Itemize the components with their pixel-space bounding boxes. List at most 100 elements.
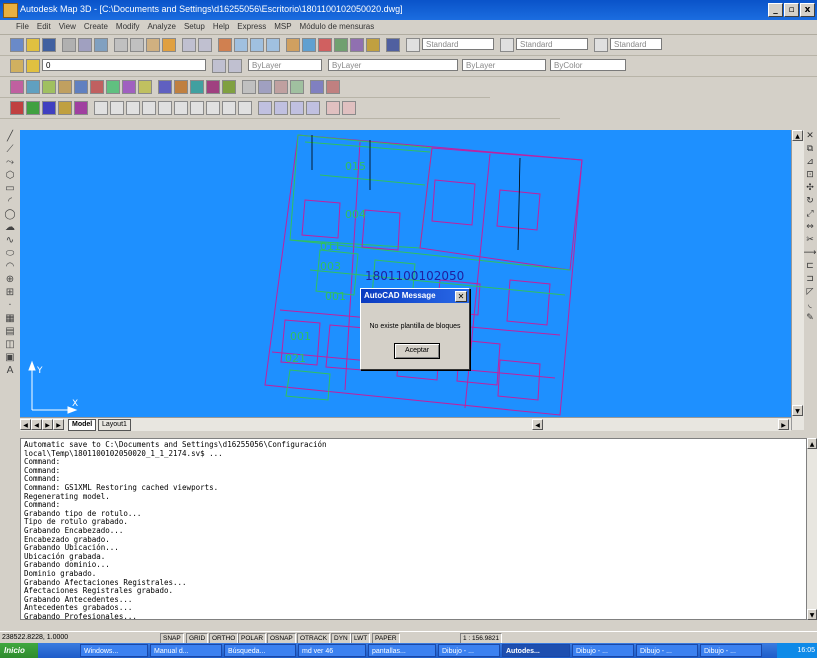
help-icon[interactable] — [386, 38, 400, 52]
modify-break-icon[interactable] — [190, 101, 204, 115]
layer-manager-icon[interactable] — [10, 59, 24, 73]
cut-icon[interactable] — [114, 38, 128, 52]
modify-erase-icon[interactable] — [10, 101, 24, 115]
circle-icon[interactable]: ◯ — [0, 208, 20, 221]
right-tool-14-icon[interactable]: ◟ — [803, 299, 817, 312]
tab-next-icon[interactable]: ▶ — [42, 419, 53, 430]
right-tool-10-icon[interactable]: ⟶ — [803, 247, 817, 260]
modify-mirror-icon[interactable] — [42, 101, 56, 115]
cmd-scroll-up-icon[interactable]: ▲ — [807, 438, 817, 449]
task-busqueda[interactable]: Búsqueda... — [224, 644, 296, 657]
right-tool-5-icon[interactable]: ✣ — [803, 182, 817, 195]
undo-icon[interactable] — [182, 38, 196, 52]
table-style-combo[interactable]: Standard — [610, 38, 662, 50]
vertical-scrollbar[interactable]: ▲ ▼ — [791, 130, 804, 430]
maximize-button[interactable]: ▫ — [784, 3, 799, 17]
markup-icon[interactable] — [350, 38, 364, 52]
zoom-window-icon[interactable] — [250, 38, 264, 52]
map-tool-9-icon[interactable] — [138, 80, 152, 94]
hatch-icon[interactable]: ▦ — [0, 312, 20, 325]
map-tool-20-icon[interactable] — [326, 80, 340, 94]
layer-combo[interactable]: 0 — [42, 59, 206, 71]
layer-previous-icon[interactable] — [228, 59, 242, 73]
dim-style-icon[interactable] — [500, 38, 514, 52]
map-tool-5-icon[interactable] — [74, 80, 88, 94]
modify-offset-icon[interactable] — [58, 101, 72, 115]
accept-button[interactable]: Aceptar — [394, 343, 440, 359]
task-dibujo-1[interactable]: Dibujo - ... — [438, 644, 500, 657]
inquiry-1-icon[interactable] — [258, 101, 272, 115]
task-windows[interactable]: Windows... — [80, 644, 148, 657]
design-center-icon[interactable] — [302, 38, 316, 52]
dim-style-combo[interactable]: Standard — [516, 38, 588, 50]
ellipse-arc-icon[interactable]: ◠ — [0, 260, 20, 273]
modify-trim-icon[interactable] — [158, 101, 172, 115]
cmd-scroll-down-icon[interactable]: ▼ — [807, 609, 817, 620]
modify-move-icon[interactable] — [94, 101, 108, 115]
menu-file[interactable]: File — [0, 20, 33, 34]
arc-icon[interactable]: ◜ — [0, 195, 20, 208]
new-icon[interactable] — [10, 38, 24, 52]
minimize-button[interactable]: _ — [768, 3, 783, 17]
menu-create[interactable]: Create — [80, 20, 112, 34]
dialog-close-icon[interactable]: ✕ — [455, 291, 467, 302]
spline-icon[interactable]: ∿ — [0, 234, 20, 247]
right-tool-9-icon[interactable]: ✂ — [803, 234, 817, 247]
task-dibujo-2[interactable]: Dibujo - ... — [572, 644, 634, 657]
map-tool-18-icon[interactable] — [290, 80, 304, 94]
zoom-previous-icon[interactable] — [266, 38, 280, 52]
menu-analyze[interactable]: Analyze — [143, 20, 179, 34]
tab-prev-icon[interactable]: ◀ — [31, 419, 42, 430]
menu-setup[interactable]: Setup — [180, 20, 209, 34]
map-tool-19-icon[interactable] — [310, 80, 324, 94]
map-tool-11-icon[interactable] — [174, 80, 188, 94]
linetype-combo[interactable]: ByLayer — [328, 59, 458, 71]
map-tool-16-icon[interactable] — [258, 80, 272, 94]
modify-fillet-icon[interactable] — [238, 101, 252, 115]
revcloud-icon[interactable]: ☁ — [0, 221, 20, 234]
menu-express[interactable]: Express — [233, 20, 270, 34]
command-scrollbar[interactable]: ▲ ▼ — [807, 438, 817, 620]
polyline-icon[interactable]: ⤳ — [0, 156, 20, 169]
insert-block-icon[interactable]: ⊕ — [0, 273, 20, 286]
rectangle-icon[interactable]: ▭ — [0, 182, 20, 195]
map-tool-15-icon[interactable] — [242, 80, 256, 94]
map-tool-1-icon[interactable] — [10, 80, 24, 94]
task-dibujo-4[interactable]: Dibujo - ... — [700, 644, 762, 657]
draw-order-1-icon[interactable] — [326, 101, 340, 115]
right-tool-13-icon[interactable]: ◸ — [803, 286, 817, 299]
modify-copy-icon[interactable] — [26, 101, 40, 115]
right-tool-1-icon[interactable]: ✕ — [803, 130, 817, 143]
right-tool-2-icon[interactable]: ⧉ — [803, 143, 817, 156]
tab-first-icon[interactable]: ◀ — [20, 419, 31, 430]
zoom-realtime-icon[interactable] — [234, 38, 248, 52]
modify-chamfer-icon[interactable] — [222, 101, 236, 115]
map-tool-4-icon[interactable] — [58, 80, 72, 94]
layer-bulb-icon[interactable] — [26, 59, 40, 73]
modify-rotate-icon[interactable] — [110, 101, 124, 115]
table-style-icon[interactable] — [594, 38, 608, 52]
map-tool-12-icon[interactable] — [190, 80, 204, 94]
map-tool-14-icon[interactable] — [222, 80, 236, 94]
map-tool-7-icon[interactable] — [106, 80, 120, 94]
task-manual[interactable]: Manual d... — [150, 644, 222, 657]
copy-icon[interactable] — [130, 38, 144, 52]
right-tool-12-icon[interactable]: ⊐ — [803, 273, 817, 286]
hscroll-right-icon[interactable]: ▶ — [778, 419, 789, 430]
calc-icon[interactable] — [366, 38, 380, 52]
task-md[interactable]: md ver 46 — [298, 644, 366, 657]
tab-model[interactable]: Model — [68, 419, 97, 431]
map-tool-17-icon[interactable] — [274, 80, 288, 94]
save-icon[interactable] — [42, 38, 56, 52]
right-tool-15-icon[interactable]: ✎ — [803, 312, 817, 325]
region-icon[interactable]: ◫ — [0, 338, 20, 351]
close-button[interactable]: x — [800, 3, 815, 17]
tool-palette-icon[interactable] — [318, 38, 332, 52]
drawing-canvas[interactable]: 015 004 011 003 001 001 021 180110010205… — [20, 130, 791, 417]
mtext-icon[interactable]: A — [0, 364, 20, 377]
sheet-set-icon[interactable] — [334, 38, 348, 52]
right-tool-6-icon[interactable]: ↻ — [803, 195, 817, 208]
map-tool-8-icon[interactable] — [122, 80, 136, 94]
modify-scale-icon[interactable] — [126, 101, 140, 115]
modify-stretch-icon[interactable] — [142, 101, 156, 115]
